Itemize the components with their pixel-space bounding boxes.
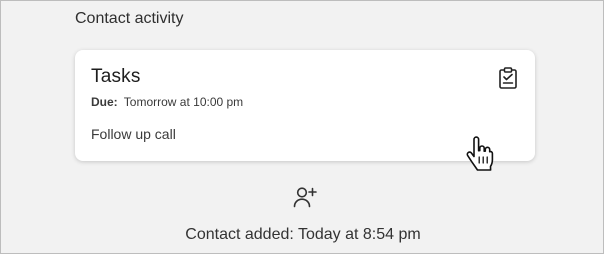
section-title: Contact activity bbox=[75, 10, 184, 27]
contact-added-text: Contact added: Today at 8:54 pm bbox=[185, 226, 421, 243]
task-due-line: Due: Tomorrow at 10:00 pm bbox=[91, 95, 243, 109]
task-description: Follow up call bbox=[91, 126, 176, 142]
task-card[interactable]: Tasks Due: Tomorrow at 10:00 pm Follow u… bbox=[75, 50, 535, 161]
task-card-title: Tasks bbox=[91, 66, 141, 87]
clipboard-check-icon[interactable] bbox=[499, 67, 517, 89]
add-user-icon bbox=[293, 187, 317, 208]
activity-panel: Contact activity Tasks Due: Tomorrow at … bbox=[0, 0, 604, 254]
due-value: Tomorrow at 10:00 pm bbox=[123, 95, 244, 109]
due-label: Due: bbox=[91, 95, 118, 109]
